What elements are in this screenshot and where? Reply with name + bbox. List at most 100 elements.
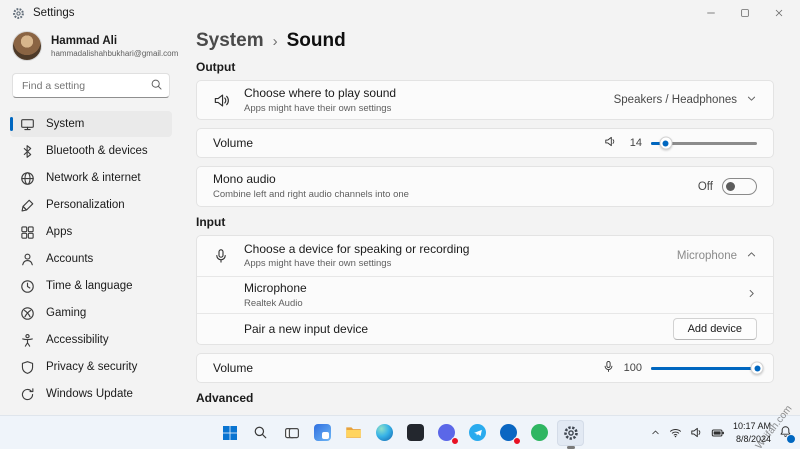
edge-button[interactable] xyxy=(371,420,398,446)
user-email: hammadalishahbukhari@gmail.com xyxy=(51,49,178,58)
edge-icon xyxy=(376,424,393,441)
taskbar-center xyxy=(216,416,584,449)
person-icon xyxy=(20,252,35,267)
sidebar-item-gaming[interactable]: Gaming xyxy=(10,300,172,326)
shield-icon xyxy=(20,360,35,375)
tray-date: 8/8/2024 xyxy=(733,433,771,445)
search-icon xyxy=(253,425,268,440)
taskbar-search-button[interactable] xyxy=(247,420,274,446)
system-tray: 10:17 AM 8/8/2024 xyxy=(650,416,792,449)
slider-thumb[interactable] xyxy=(659,137,672,150)
mono-audio-card: Mono audio Combine left and right audio … xyxy=(196,166,774,206)
file-explorer-button[interactable] xyxy=(340,420,367,446)
maximize-button[interactable] xyxy=(728,1,762,25)
minimize-button[interactable] xyxy=(694,1,728,25)
microphone-row[interactable]: Microphone Realtek Audio xyxy=(197,276,773,313)
sidebar-item-apps[interactable]: Apps xyxy=(10,219,172,245)
add-device-button[interactable]: Add device xyxy=(673,318,757,340)
sidebar: Hammad Ali hammadalishahbukhari@gmail.co… xyxy=(0,26,182,415)
sidebar-item-privacy-security[interactable]: Privacy & security xyxy=(10,354,172,380)
card-subtitle: Combine left and right audio channels in… xyxy=(213,189,685,201)
microphone-icon xyxy=(602,360,615,376)
output-volume-slider[interactable] xyxy=(651,142,757,145)
speaker-icon xyxy=(604,135,617,151)
sidebar-item-label: Network & internet xyxy=(46,172,141,184)
taskbar: 10:17 AM 8/8/2024 xyxy=(0,415,800,449)
input-volume-value: 100 xyxy=(624,362,642,374)
play-device-value: Speakers / Headphones xyxy=(614,94,737,106)
tray-chevron-up-icon[interactable] xyxy=(650,427,661,438)
title-bar: Settings xyxy=(0,0,800,26)
card-title: Mono audio xyxy=(213,172,685,188)
app-icon xyxy=(531,424,548,441)
pair-device-row: Pair a new input device Add device xyxy=(197,313,773,344)
windows-logo-icon xyxy=(222,425,238,441)
card-subtitle: Apps might have their own settings xyxy=(244,258,664,270)
card-title: Choose a device for speaking or recordin… xyxy=(244,242,664,258)
slider-thumb[interactable] xyxy=(751,362,764,375)
mono-audio-toggle[interactable] xyxy=(722,178,757,195)
sidebar-item-bluetooth-devices[interactable]: Bluetooth & devices xyxy=(10,138,172,164)
sidebar-item-time-language[interactable]: Time & language xyxy=(10,273,172,299)
sidebar-item-label: Accessibility xyxy=(46,334,109,346)
play-sound-card[interactable]: Choose where to play sound Apps might ha… xyxy=(196,80,774,120)
globe-icon xyxy=(20,171,35,186)
input-volume-slider[interactable] xyxy=(651,367,757,370)
section-header-output: Output xyxy=(196,60,774,74)
row-title: Microphone xyxy=(244,281,733,297)
sidebar-item-label: Accounts xyxy=(46,253,93,265)
sidebar-item-system[interactable]: System xyxy=(10,111,172,137)
sidebar-item-network-internet[interactable]: Network & internet xyxy=(10,165,172,191)
input-device-value: Microphone xyxy=(677,250,737,262)
wifi-icon[interactable] xyxy=(669,426,682,439)
app-button-4[interactable] xyxy=(495,420,522,446)
taskbar-clock[interactable]: 10:17 AM 8/8/2024 xyxy=(733,420,771,444)
volume-icon[interactable] xyxy=(690,426,703,439)
sidebar-item-label: System xyxy=(46,118,84,130)
notification-count-badge xyxy=(786,434,796,444)
clock-icon xyxy=(20,279,35,294)
settings-taskbar-button[interactable] xyxy=(557,420,584,446)
sidebar-item-accounts[interactable]: Accounts xyxy=(10,246,172,272)
widgets-icon xyxy=(314,424,331,441)
search-box xyxy=(12,73,170,98)
task-view-button[interactable] xyxy=(278,420,305,446)
widgets-button[interactable] xyxy=(309,420,336,446)
close-button[interactable] xyxy=(762,1,796,25)
gear-icon xyxy=(563,425,579,441)
start-button[interactable] xyxy=(216,420,243,446)
app-button-1[interactable] xyxy=(402,420,429,446)
sidebar-item-label: Personalization xyxy=(46,199,125,211)
card-title: Volume xyxy=(213,136,591,152)
refresh-icon xyxy=(20,387,35,402)
apps-grid-icon xyxy=(20,225,35,240)
mono-audio-state: Off xyxy=(698,181,713,193)
sidebar-item-label: Gaming xyxy=(46,307,86,319)
user-name: Hammad Ali xyxy=(51,34,178,48)
microphone-icon xyxy=(213,248,231,264)
breadcrumb-separator: › xyxy=(273,33,278,50)
app-button-5[interactable] xyxy=(526,420,553,446)
sidebar-item-accessibility[interactable]: Accessibility xyxy=(10,327,172,353)
sidebar-item-personalization[interactable]: Personalization xyxy=(10,192,172,218)
app-icon xyxy=(407,424,424,441)
tray-time: 10:17 AM xyxy=(733,420,771,432)
folder-icon xyxy=(345,424,362,441)
search-input[interactable] xyxy=(12,73,170,98)
sidebar-item-label: Time & language xyxy=(46,280,133,292)
app-button-2[interactable] xyxy=(433,420,460,446)
brush-icon xyxy=(20,198,35,213)
sidebar-item-label: Bluetooth & devices xyxy=(46,145,148,157)
breadcrumb-system[interactable]: System xyxy=(196,30,264,52)
sidebar-item-windows-update[interactable]: Windows Update xyxy=(10,381,172,407)
row-subtitle: Realtek Audio xyxy=(244,298,733,310)
notification-bell-button[interactable] xyxy=(779,425,792,441)
app-button-3[interactable] xyxy=(464,420,491,446)
section-header-advanced: Advanced xyxy=(196,391,774,405)
battery-icon[interactable] xyxy=(711,426,725,440)
user-profile[interactable]: Hammad Ali hammadalishahbukhari@gmail.co… xyxy=(10,28,172,64)
speaker-icon xyxy=(213,92,231,109)
accessibility-icon xyxy=(20,333,35,348)
notification-badge xyxy=(513,437,521,445)
input-device-card[interactable]: Choose a device for speaking or recordin… xyxy=(197,236,773,276)
